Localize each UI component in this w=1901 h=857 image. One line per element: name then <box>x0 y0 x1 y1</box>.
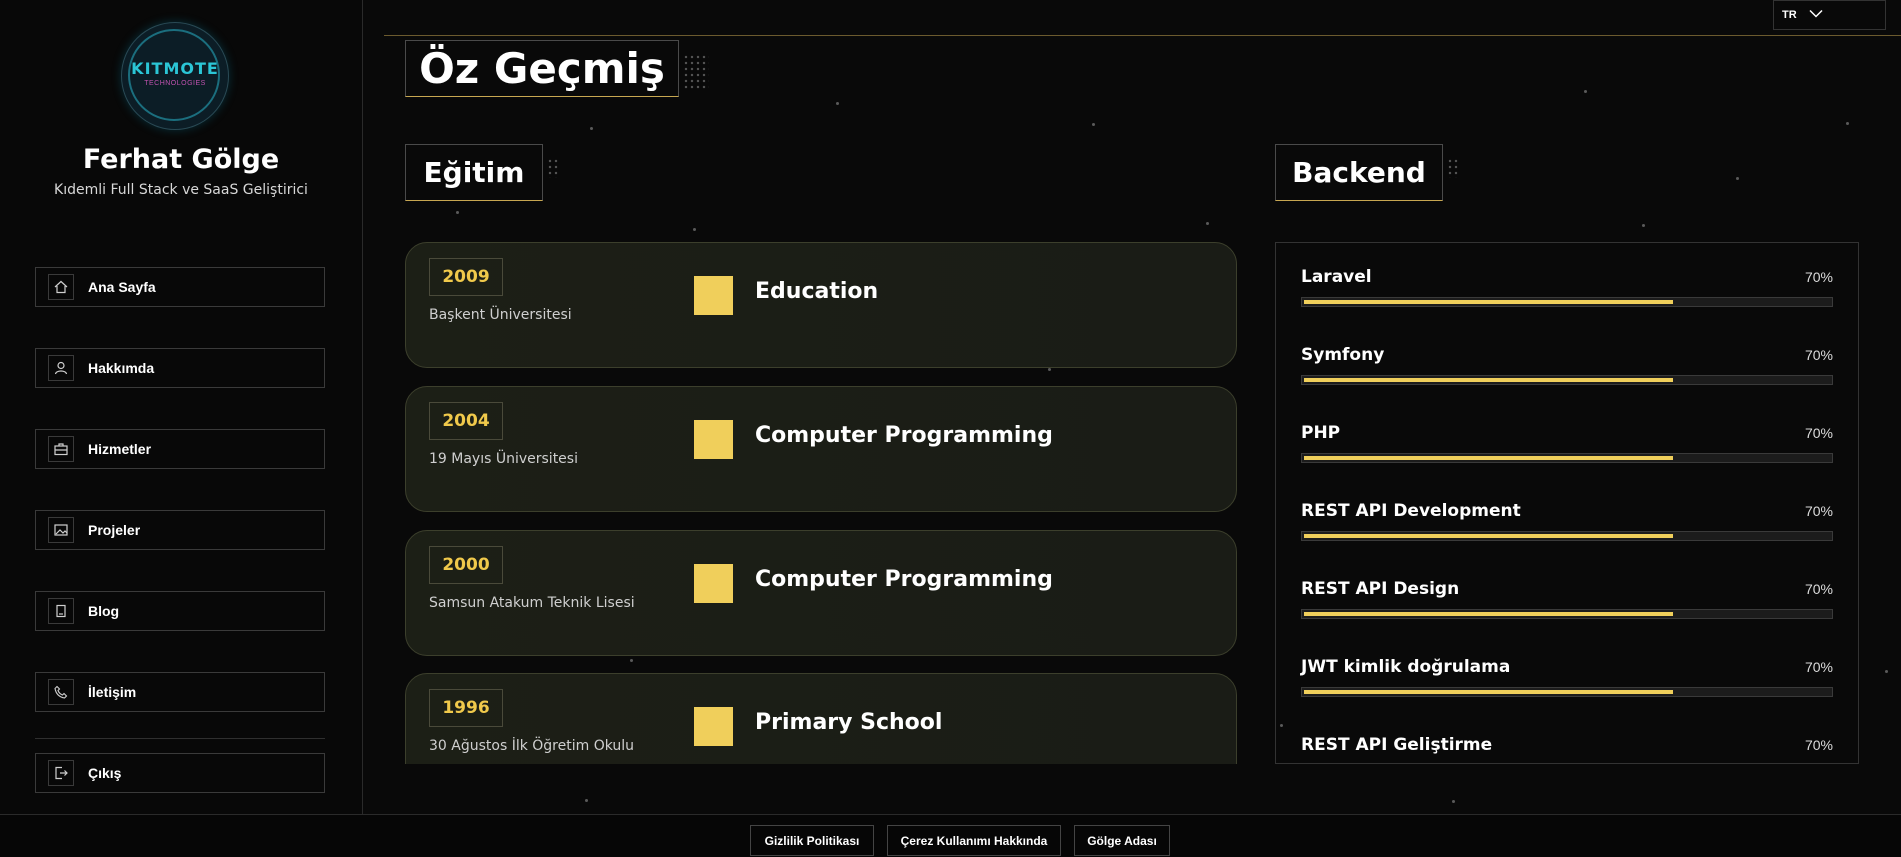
skill-name: REST API Development <box>1301 501 1521 521</box>
skill-percent: 70% <box>1804 737 1833 753</box>
language-current: TR <box>1782 9 1797 21</box>
skill-percent: 70% <box>1804 659 1833 675</box>
decorative-dots <box>1447 158 1459 178</box>
logo-text: KITMOTE <box>131 59 219 78</box>
profile-name: Ferhat Gölge <box>82 144 280 175</box>
education-year: 2009 <box>429 258 503 296</box>
sidebar: KITMOTE TECHNOLOGIES Ferhat Gölge Kıdeml… <box>0 0 363 814</box>
square-marker-icon <box>694 564 733 603</box>
education-year: 2004 <box>429 402 503 440</box>
backend-title: Backend <box>1275 144 1443 201</box>
education-degree: Computer Programming <box>755 423 1053 448</box>
nav-item-contact[interactable]: İletişim <box>35 672 325 712</box>
education-list: 2009 Başkent Üniversitesi Education 2004… <box>405 242 1237 764</box>
nav-label-home: Ana Sayfa <box>88 279 156 295</box>
skill-name: Symfony <box>1301 345 1385 365</box>
nav-item-projects[interactable]: Projeler <box>35 510 325 550</box>
chevron-down-icon <box>1809 9 1823 21</box>
nav-label-projects: Projeler <box>88 522 141 538</box>
nav-label-services: Hizmetler <box>88 441 152 457</box>
education-school: Başkent Üniversitesi <box>429 307 572 323</box>
skill-bar-fill <box>1304 612 1673 616</box>
square-marker-icon <box>694 707 733 746</box>
nav-item-logout[interactable]: Çıkış <box>35 753 325 793</box>
language-selector[interactable]: TR <box>1773 0 1886 30</box>
decorative-dots <box>683 54 709 90</box>
education-year: 1996 <box>429 689 503 727</box>
company-logo[interactable]: KITMOTE TECHNOLOGIES <box>121 22 229 130</box>
home-icon <box>48 274 74 300</box>
skill-bar-fill <box>1304 300 1673 304</box>
nav-label-contact: İletişim <box>88 684 137 700</box>
user-icon <box>48 355 74 381</box>
decorative-dots <box>547 158 559 178</box>
skill-bar-fill <box>1304 456 1673 460</box>
education-card: 1996 30 Ağustos İlk Öğretim Okulu Primar… <box>405 673 1237 764</box>
skill-name: PHP <box>1301 423 1341 443</box>
phone-icon <box>48 679 74 705</box>
profile-role: Kıdemli Full Stack ve SaaS Geliştirici <box>54 182 308 198</box>
book-icon <box>48 598 74 624</box>
skill-bar-fill <box>1304 690 1673 694</box>
skills-panel: Laravel 70% Symfony 70% PHP 70% REST API… <box>1275 242 1859 764</box>
nav-item-about[interactable]: Hakkımda <box>35 348 325 388</box>
education-degree: Computer Programming <box>755 567 1053 592</box>
skill-bar <box>1301 609 1833 619</box>
skill-bar-fill <box>1304 378 1673 382</box>
nav-item-services[interactable]: Hizmetler <box>35 429 325 469</box>
footer-link-privacy[interactable]: Gizlilik Politikası <box>750 825 874 856</box>
nav-label-logout: Çıkış <box>88 765 122 781</box>
logo-subtext: TECHNOLOGIES <box>144 80 206 87</box>
skill-name: REST API Geliştirme <box>1301 735 1493 755</box>
nav-label-about: Hakkımda <box>88 360 155 376</box>
skill-percent: 70% <box>1804 347 1833 363</box>
education-school: 30 Ağustos İlk Öğretim Okulu <box>429 738 635 754</box>
education-card: 2009 Başkent Üniversitesi Education <box>405 242 1237 368</box>
education-title: Eğitim <box>405 144 543 201</box>
page-title: Öz Geçmiş <box>405 40 679 97</box>
logout-icon <box>48 760 74 786</box>
skill-percent: 70% <box>1804 425 1833 441</box>
skill-name: JWT kimlik doğrulama <box>1301 657 1511 677</box>
square-marker-icon <box>694 276 733 315</box>
skill-name: REST API Design <box>1301 579 1460 599</box>
skill-percent: 70% <box>1804 581 1833 597</box>
skill-bar <box>1301 297 1833 307</box>
education-card: 2004 19 Mayıs Üniversitesi Computer Prog… <box>405 386 1237 512</box>
footer-link-golge-adasi[interactable]: Gölge Adası <box>1074 825 1170 856</box>
education-degree: Education <box>755 279 879 304</box>
nav-label-blog: Blog <box>88 603 120 619</box>
skill-bar <box>1301 375 1833 385</box>
header-divider <box>384 35 1901 36</box>
education-year: 2000 <box>429 546 503 584</box>
education-card: 2000 Samsun Atakum Teknik Lisesi Compute… <box>405 530 1237 656</box>
nav-item-home[interactable]: Ana Sayfa <box>35 267 325 307</box>
nav-divider <box>35 738 325 739</box>
skill-bar-fill <box>1304 534 1673 538</box>
education-school: Samsun Atakum Teknik Lisesi <box>429 595 635 611</box>
education-school: 19 Mayıs Üniversitesi <box>429 451 578 467</box>
footer-link-cookies[interactable]: Çerez Kullanımı Hakkında <box>887 825 1061 856</box>
nav-item-blog[interactable]: Blog <box>35 591 325 631</box>
skill-bar <box>1301 531 1833 541</box>
skill-name: Laravel <box>1301 267 1372 287</box>
footer: Gizlilik Politikası Çerez Kullanımı Hakk… <box>0 814 1901 857</box>
skill-bar <box>1301 453 1833 463</box>
briefcase-icon <box>48 436 74 462</box>
square-marker-icon <box>694 420 733 459</box>
image-icon <box>48 517 74 543</box>
skill-bar <box>1301 687 1833 697</box>
skill-percent: 70% <box>1804 503 1833 519</box>
skill-percent: 70% <box>1804 269 1833 285</box>
education-degree: Primary School <box>755 710 943 735</box>
